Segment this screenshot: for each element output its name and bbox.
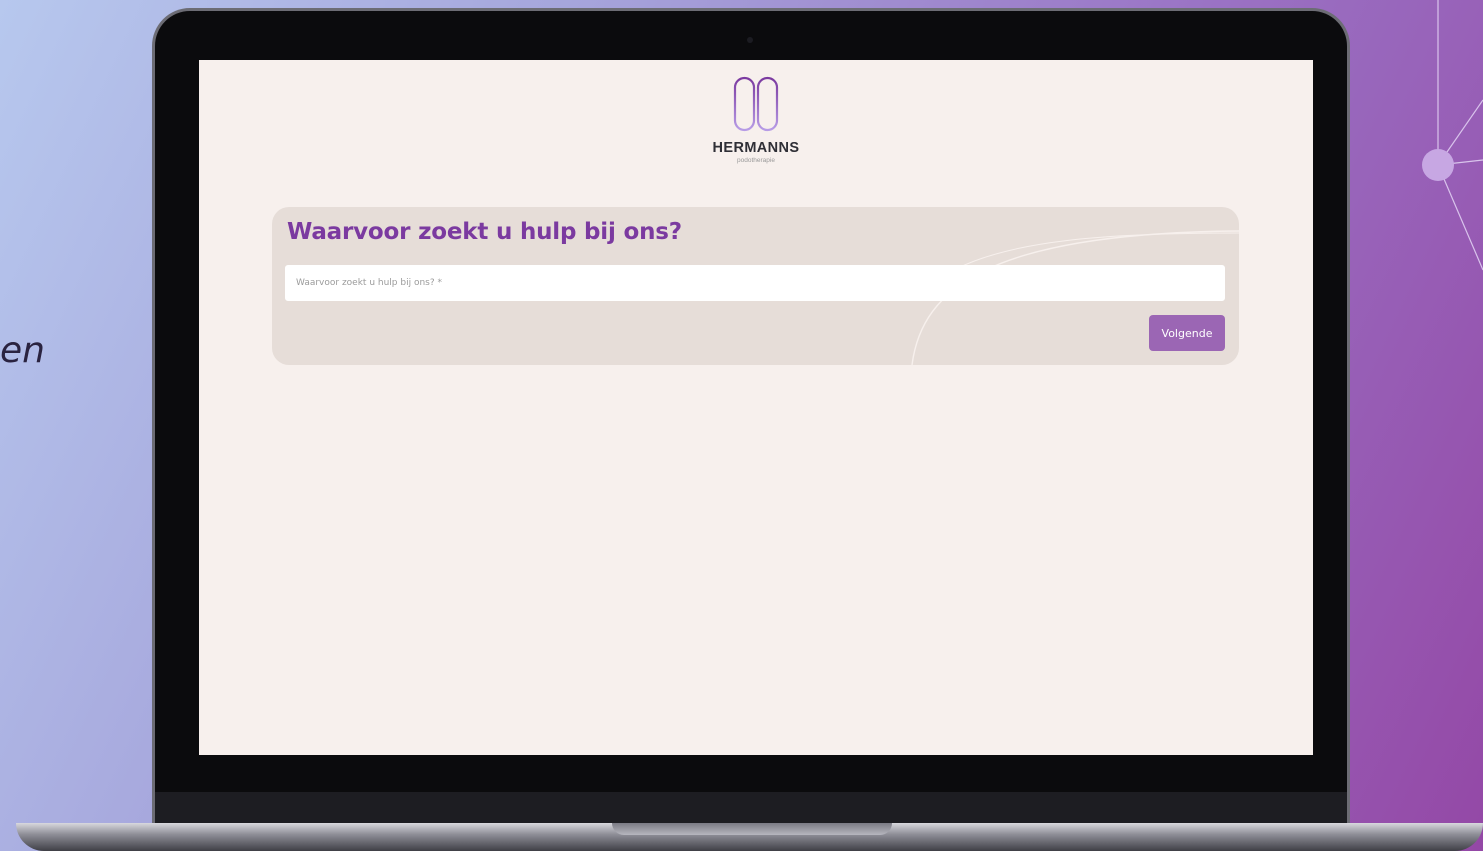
laptop-chin	[155, 792, 1347, 825]
next-button[interactable]: Volgende	[1149, 315, 1225, 351]
network-decoration-icon	[1422, 0, 1483, 271]
hermanns-logo-icon	[733, 76, 779, 132]
question-card: Waarvoor zoekt u hulp bij ons? Volgende	[272, 207, 1239, 365]
brand-name: HERMANNS	[712, 140, 800, 156]
webcam-icon	[747, 37, 753, 43]
help-reason-input[interactable]	[285, 265, 1225, 301]
browser-viewport: HERMANNS podotherapie Waarvoor zoekt u h…	[199, 60, 1313, 755]
page-title: Waarvoor zoekt u hulp bij ons?	[287, 219, 682, 245]
backdrop-side-text: en	[0, 330, 45, 371]
brand-tagline: podotherapie	[737, 157, 775, 164]
site-logo[interactable]: HERMANNS podotherapie	[199, 76, 1313, 164]
laptop-notch	[612, 823, 892, 835]
